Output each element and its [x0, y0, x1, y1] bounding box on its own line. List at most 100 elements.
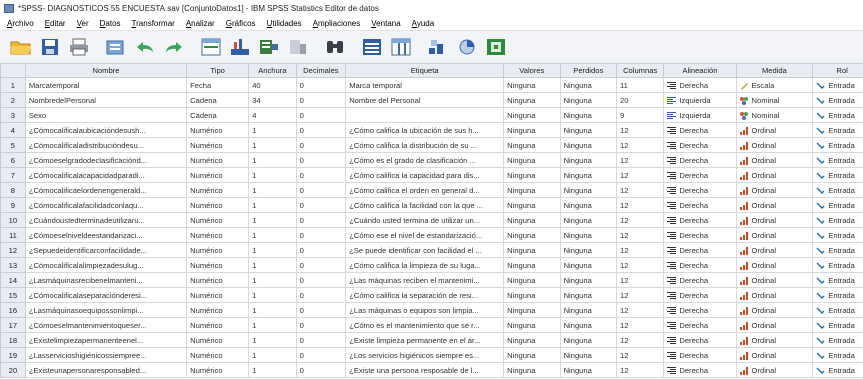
- decimals-cell[interactable]: 0: [295, 302, 347, 318]
- measure-cell[interactable]: Ordinal: [735, 302, 814, 318]
- label-cell[interactable]: ¿Los servicios higiénicos siempre es...: [345, 347, 505, 363]
- table-row[interactable]: 13 ¿Cómocalificalalimpiezadesulug... Numér…: [0, 257, 863, 273]
- decimals-cell[interactable]: 0: [295, 212, 347, 228]
- role-cell[interactable]: Entrada: [812, 77, 863, 93]
- decimals-cell[interactable]: 0: [295, 257, 347, 273]
- name-cell[interactable]: Sexo: [24, 107, 188, 123]
- values-cell[interactable]: Ninguna: [503, 332, 561, 348]
- type-cell[interactable]: Numérico: [186, 362, 250, 378]
- missing-cell[interactable]: Ninguna: [559, 242, 617, 258]
- alignment-cell[interactable]: Derecha: [663, 287, 737, 303]
- measure-cell[interactable]: Ordinal: [735, 287, 814, 303]
- decimals-cell[interactable]: 0: [295, 362, 347, 378]
- row-number[interactable]: 16: [0, 302, 26, 318]
- table-row[interactable]: 14 ¿Lasmáquinasrecibenelmanteni... Numéric…: [0, 272, 863, 288]
- columns-cell[interactable]: 12: [615, 182, 665, 198]
- split-file-icon[interactable]: [425, 35, 451, 59]
- values-cell[interactable]: Ninguna: [503, 167, 561, 183]
- columns-cell[interactable]: 12: [615, 227, 665, 243]
- values-cell[interactable]: Ninguna: [503, 317, 561, 333]
- name-cell[interactable]: ¿Cómoeselgradodeclasificaciónd...: [24, 152, 188, 168]
- name-cell[interactable]: ¿Cómoeselmantenimientoqueser...: [24, 317, 188, 333]
- table-row[interactable]: 15 ¿Cómocalificalaseparaciónderesi... Numé…: [0, 287, 863, 303]
- menu-transformar[interactable]: Transformar: [127, 19, 181, 28]
- type-cell[interactable]: Fecha: [186, 77, 250, 93]
- columns-cell[interactable]: 11: [615, 77, 665, 93]
- width-cell[interactable]: 1: [248, 272, 297, 288]
- measure-cell[interactable]: Ordinal: [735, 242, 814, 258]
- missing-cell[interactable]: Ninguna: [559, 272, 617, 288]
- type-cell[interactable]: Numérico: [186, 302, 250, 318]
- type-cell[interactable]: Numérico: [186, 182, 250, 198]
- label-cell[interactable]: ¿Cómo califica la ubicación de sus h...: [345, 122, 505, 138]
- row-number[interactable]: 7: [0, 167, 26, 183]
- missing-cell[interactable]: Ninguna: [559, 347, 617, 363]
- menu-ampliaciones[interactable]: Ampliaciones: [308, 19, 367, 28]
- type-cell[interactable]: Cadena: [186, 92, 250, 108]
- column-header-anchura[interactable]: Anchura: [248, 63, 297, 78]
- label-cell[interactable]: ¿Se puede identificar con facilidad el .…: [345, 242, 505, 258]
- alignment-cell[interactable]: Derecha: [663, 122, 737, 138]
- missing-cell[interactable]: Ninguna: [559, 227, 617, 243]
- missing-cell[interactable]: Ninguna: [559, 197, 617, 213]
- alignment-cell[interactable]: Derecha: [663, 212, 737, 228]
- columns-cell[interactable]: 12: [615, 332, 665, 348]
- measure-cell[interactable]: Ordinal: [735, 227, 814, 243]
- row-number[interactable]: 20: [0, 362, 26, 378]
- values-cell[interactable]: Ninguna: [503, 242, 561, 258]
- columns-cell[interactable]: 12: [615, 167, 665, 183]
- name-cell[interactable]: ¿Cómocalificaelordenengenerald...: [24, 182, 188, 198]
- print-icon[interactable]: [66, 35, 92, 59]
- columns-cell[interactable]: 12: [615, 362, 665, 378]
- width-cell[interactable]: 1: [248, 152, 297, 168]
- width-cell[interactable]: 1: [248, 182, 297, 198]
- row-number[interactable]: 4: [0, 122, 26, 138]
- type-cell[interactable]: Numérico: [186, 152, 250, 168]
- column-header-perdidos[interactable]: Perdidos: [559, 63, 617, 78]
- role-cell[interactable]: Entrada: [812, 197, 863, 213]
- menu-ver[interactable]: Ver: [72, 19, 95, 28]
- values-cell[interactable]: Ninguna: [503, 212, 561, 228]
- name-cell[interactable]: ¿Sepuedeidentificarconfacilidade...: [24, 242, 188, 258]
- type-cell[interactable]: Numérico: [186, 167, 250, 183]
- label-cell[interactable]: Nombre del Personal: [345, 92, 505, 108]
- name-cell[interactable]: ¿Cómoeselniveldeestandarizaci...: [24, 227, 188, 243]
- label-cell[interactable]: ¿Cómo califica la capacidad para dis...: [345, 167, 505, 183]
- table-row[interactable]: 8 ¿Cómocalificaelordenengenerald... Numéri…: [0, 182, 863, 198]
- type-cell[interactable]: Numérico: [186, 257, 250, 273]
- width-cell[interactable]: 1: [248, 242, 297, 258]
- alignment-cell[interactable]: Derecha: [663, 362, 737, 378]
- missing-cell[interactable]: Ninguna: [559, 362, 617, 378]
- table-row[interactable]: 11 ¿Cómoeselniveldeestandarizaci... Numéri…: [0, 227, 863, 243]
- measure-cell[interactable]: Ordinal: [735, 272, 814, 288]
- alignment-cell[interactable]: Izquierda: [663, 92, 737, 108]
- alignment-cell[interactable]: Derecha: [663, 257, 737, 273]
- width-cell[interactable]: 1: [248, 302, 297, 318]
- missing-cell[interactable]: Ninguna: [559, 152, 617, 168]
- table-row[interactable]: 18 ¿Existelimpiezapermanenteenel... Numéri…: [0, 332, 863, 348]
- label-cell[interactable]: [345, 107, 505, 123]
- menu-ayuda[interactable]: Ayuda: [407, 19, 441, 28]
- width-cell[interactable]: 1: [248, 332, 297, 348]
- measure-cell[interactable]: Ordinal: [735, 347, 814, 363]
- name-cell[interactable]: ¿Cómocalificalacapacidadparadi...: [24, 167, 188, 183]
- measure-cell[interactable]: Ordinal: [735, 167, 814, 183]
- role-cell[interactable]: Entrada: [812, 122, 863, 138]
- decimals-cell[interactable]: 0: [295, 92, 347, 108]
- alignment-cell[interactable]: Derecha: [663, 167, 737, 183]
- table-row[interactable]: 19 ¿Lasservicioshigiénicossiempree... Numé…: [0, 347, 863, 363]
- type-cell[interactable]: Numérico: [186, 212, 250, 228]
- values-cell[interactable]: Ninguna: [503, 182, 561, 198]
- measure-cell[interactable]: Ordinal: [735, 332, 814, 348]
- missing-cell[interactable]: Ninguna: [559, 317, 617, 333]
- row-number[interactable]: 14: [0, 272, 26, 288]
- menu-archivo[interactable]: Archivo: [2, 19, 40, 28]
- name-cell[interactable]: ¿Cómocalificalaubicacióndesush...: [24, 122, 188, 138]
- columns-cell[interactable]: 12: [615, 302, 665, 318]
- column-header-tipo[interactable]: Tipo: [186, 63, 250, 78]
- type-cell[interactable]: Numérico: [186, 317, 250, 333]
- values-cell[interactable]: Ninguna: [503, 92, 561, 108]
- label-cell[interactable]: ¿Cuándo usted termina de utilizar un...: [345, 212, 505, 228]
- width-cell[interactable]: 1: [248, 197, 297, 213]
- missing-cell[interactable]: Ninguna: [559, 122, 617, 138]
